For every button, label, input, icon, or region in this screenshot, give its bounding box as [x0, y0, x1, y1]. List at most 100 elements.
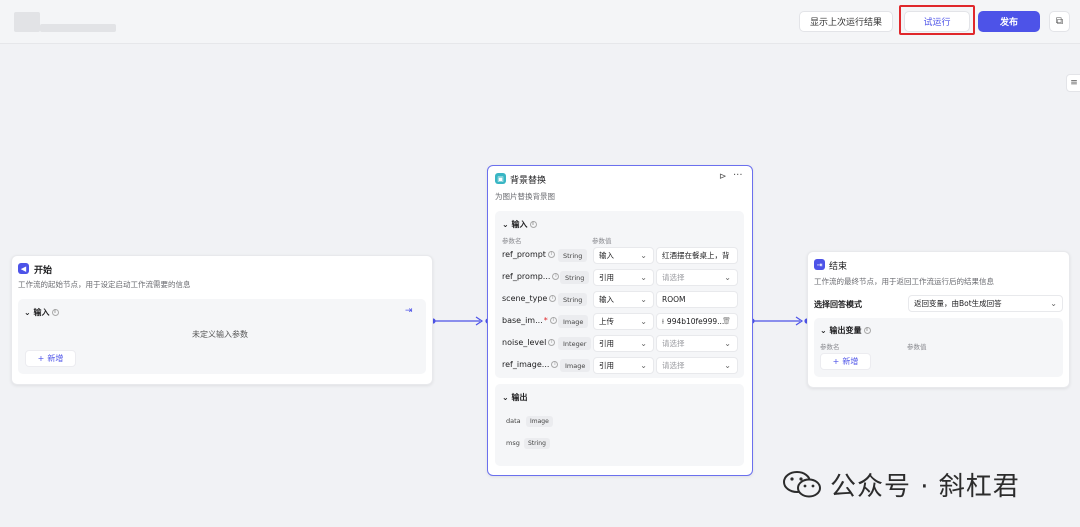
- run-node-icon[interactable]: ⊳: [719, 172, 727, 182]
- param-name: scene_type i: [502, 294, 557, 303]
- chevron-down-icon: ⌄: [640, 339, 647, 348]
- param-name-text: noise_level: [502, 338, 547, 347]
- param-name: ref_promp... i: [502, 272, 560, 281]
- start-input-label: 输入: [33, 308, 50, 317]
- required-mark: *: [543, 316, 548, 325]
- param-value-upload[interactable]: ⍿ 994b10fe999... 🗑: [656, 313, 738, 330]
- wechat-icon: [782, 469, 822, 499]
- param-value-input[interactable]: ROOM: [656, 291, 738, 308]
- bg-node-description: 为图片替换背景图: [495, 192, 555, 201]
- param-row: ref_image... i Image 引用 ⌄ 请选择 ⌄: [502, 357, 740, 375]
- watermark-text: 公众号 · 斜杠君: [830, 471, 1020, 502]
- bg-input-label: 输入: [511, 220, 528, 229]
- param-value-select[interactable]: 请选择 ⌄: [656, 357, 738, 374]
- answer-mode-value: 返回变量，由Bot生成回答: [914, 299, 1002, 308]
- chevron-down-icon: ⌄: [502, 220, 509, 229]
- import-icon[interactable]: ⇥: [405, 306, 413, 316]
- param-row: ref_prompt i String 输入 ⌄ 红酒摆在餐桌上，背: [502, 247, 740, 265]
- param-source-select[interactable]: 引用 ⌄: [593, 357, 654, 374]
- param-type-badge: String: [558, 249, 588, 262]
- param-value-input[interactable]: 红酒摆在餐桌上，背: [656, 247, 738, 264]
- param-value-header: 参数值: [592, 237, 612, 245]
- param-type-badge: String: [558, 293, 588, 306]
- empty-input-text: 未定义输入参数: [192, 330, 248, 339]
- param-value-text: 请选择: [662, 361, 685, 370]
- param-name-text: base_im...: [502, 316, 543, 325]
- end-node-title: 结束: [829, 262, 848, 272]
- end-param-value-header: 参数值: [907, 343, 927, 351]
- param-name-header: 参数名: [502, 237, 522, 245]
- param-source-select[interactable]: 输入 ⌄: [593, 291, 654, 308]
- param-name: noise_level i: [502, 338, 556, 347]
- param-source-text: 引用: [599, 361, 614, 370]
- param-source-text: 输入: [599, 295, 614, 304]
- param-source-select[interactable]: 上传 ⌄: [593, 313, 654, 330]
- end-node-description: 工作流的最终节点，用于返回工作流运行后的结果信息: [814, 277, 994, 286]
- output-name: msg: [506, 439, 520, 447]
- bg-node-title: 背景替换: [510, 176, 547, 186]
- file-icon: ⍿: [662, 316, 664, 326]
- answer-mode-label: 选择回答模式: [814, 300, 862, 309]
- play-icon: ◀: [18, 263, 29, 274]
- output-name: data: [506, 417, 521, 425]
- chevron-down-icon: ⌄: [640, 251, 647, 260]
- start-input-section-title[interactable]: ⌄ 输入 i: [24, 307, 59, 318]
- chevron-down-icon: ⌄: [640, 361, 647, 370]
- param-name-text: ref_prompt: [502, 250, 546, 259]
- param-value-text: 994b10fe999...: [666, 317, 725, 326]
- param-value-select[interactable]: 请选择 ⌄: [656, 335, 738, 352]
- chevron-down-icon: ⌄: [640, 295, 647, 304]
- param-source-select[interactable]: 输入 ⌄: [593, 247, 654, 264]
- param-name: base_im...* i: [502, 316, 557, 325]
- info-icon: i: [551, 361, 559, 368]
- more-icon[interactable]: ···: [733, 170, 743, 181]
- wechat-watermark: 公众号 · 斜杠君: [782, 466, 1020, 502]
- start-node-description: 工作流的起始节点，用于设定启动工作流需要的信息: [18, 280, 191, 289]
- end-output-label: 输出变量: [829, 326, 862, 335]
- bg-input-section-title[interactable]: ⌄ 输入 i: [502, 219, 537, 230]
- end-output-section-title[interactable]: ⌄ 输出变量 i: [820, 325, 871, 336]
- plus-icon: +: [832, 357, 840, 366]
- trash-icon[interactable]: 🗑: [722, 317, 731, 325]
- param-row: noise_level i Integer 引用 ⌄ 请选择 ⌄: [502, 335, 740, 353]
- param-value-text: 请选择: [662, 339, 685, 348]
- end-add-button[interactable]: + 新增: [820, 353, 871, 370]
- param-value-text: 请选择: [662, 273, 685, 282]
- output-type-badge: Image: [526, 416, 553, 427]
- param-type-badge: Image: [558, 315, 589, 328]
- start-node-title: 开始: [34, 266, 53, 276]
- info-icon: i: [547, 251, 555, 258]
- param-source-select[interactable]: 引用 ⌄: [593, 335, 654, 352]
- param-name-text: ref_image...: [502, 360, 550, 369]
- info-icon: i: [549, 295, 557, 302]
- chevron-down-icon: ⌄: [640, 317, 647, 326]
- param-type-badge: Integer: [558, 337, 592, 350]
- info-icon: i: [863, 327, 871, 334]
- info-icon: i: [529, 221, 537, 228]
- param-source-text: 引用: [599, 273, 614, 282]
- param-source-text: 输入: [599, 251, 614, 260]
- answer-mode-select[interactable]: 返回变量，由Bot生成回答 ⌄: [908, 295, 1063, 312]
- param-name-text: scene_type: [502, 294, 548, 303]
- info-icon: i: [549, 317, 557, 324]
- chevron-down-icon: ⌄: [640, 273, 647, 282]
- param-name-text: ref_promp...: [502, 272, 551, 281]
- param-row: ref_promp... i String 引用 ⌄ 请选择 ⌄: [502, 269, 740, 287]
- bg-output-label: 输出: [511, 393, 528, 402]
- info-icon: i: [548, 339, 556, 346]
- info-icon: i: [51, 309, 59, 316]
- start-add-button[interactable]: + 新增: [25, 350, 76, 367]
- param-name: ref_image... i: [502, 360, 559, 369]
- param-row: scene_type i String 输入 ⌄ ROOM: [502, 291, 740, 309]
- bg-output-section-title[interactable]: ⌄ 输出: [502, 392, 528, 403]
- output-type-badge: String: [524, 438, 550, 449]
- chevron-down-icon: ⌄: [820, 326, 827, 335]
- chevron-down-icon: ⌄: [724, 273, 731, 282]
- image-icon: ▣: [495, 173, 506, 184]
- info-icon: i: [552, 273, 560, 280]
- start-add-label: 新增: [47, 354, 64, 363]
- param-source-select[interactable]: 引用 ⌄: [593, 269, 654, 286]
- param-value-select[interactable]: 请选择 ⌄: [656, 269, 738, 286]
- param-type-badge: Image: [560, 359, 591, 372]
- param-name: ref_prompt i: [502, 250, 555, 259]
